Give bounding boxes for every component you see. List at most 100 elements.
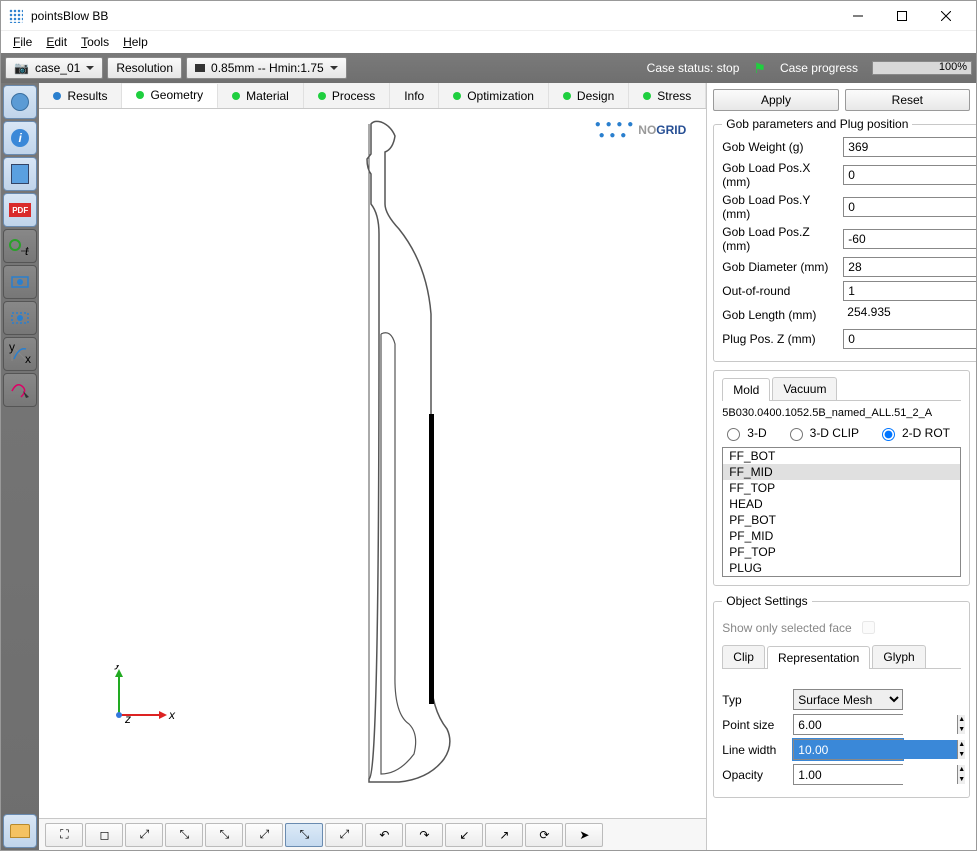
sphere-icon bbox=[11, 93, 29, 111]
sidebar-curve-button[interactable]: yx bbox=[3, 337, 37, 371]
folder-icon bbox=[10, 824, 30, 838]
sidebar-folder-button[interactable] bbox=[3, 814, 37, 848]
list-item[interactable]: PLUG bbox=[723, 560, 960, 576]
apply-button[interactable]: Apply bbox=[713, 89, 838, 111]
tab-material[interactable]: Material bbox=[218, 83, 304, 108]
sidebar-camera-button[interactable] bbox=[3, 265, 37, 299]
view-zoom-box-button[interactable]: ◻ bbox=[85, 823, 123, 847]
toolbar: 📷 case_01 Resolution 0.85mm -- Hmin:1.75… bbox=[1, 53, 976, 83]
gob-diameter-input[interactable] bbox=[843, 257, 976, 277]
tab-geometry[interactable]: Geometry bbox=[122, 84, 218, 109]
tab-vacuum[interactable]: Vacuum bbox=[772, 377, 837, 400]
view-axis-neg-y-button[interactable]: ⤡ bbox=[285, 823, 323, 847]
status-dot-icon bbox=[136, 91, 144, 99]
resolution-selector[interactable]: 0.85mm -- Hmin:1.75 bbox=[186, 57, 347, 79]
properties-panel: Apply Reset Gob parameters and Plug posi… bbox=[706, 83, 976, 850]
tab-stress[interactable]: Stress bbox=[629, 83, 706, 108]
point-size-spinner[interactable]: ▲▼ bbox=[793, 714, 903, 735]
maximize-button[interactable] bbox=[880, 1, 924, 31]
list-item[interactable]: HEAD bbox=[723, 496, 960, 512]
view-axis-neg-z-button[interactable]: ⤢ bbox=[325, 823, 363, 847]
tab-design[interactable]: Design bbox=[549, 83, 629, 108]
line-width-spinner[interactable]: ▲▼ bbox=[793, 739, 903, 760]
plug-pos-input[interactable] bbox=[843, 329, 976, 349]
view-tilt-left-button[interactable]: ↙ bbox=[445, 823, 483, 847]
gob-outofround-input[interactable] bbox=[843, 281, 976, 301]
list-item[interactable]: FF_MID bbox=[723, 464, 960, 480]
svg-text:x: x bbox=[168, 708, 176, 722]
minimize-button[interactable] bbox=[836, 1, 880, 31]
sidebar-camera-anim-button[interactable] bbox=[3, 301, 37, 335]
view-axis-y-button[interactable]: ⤡ bbox=[165, 823, 203, 847]
sidebar-plot-time-button[interactable]: t bbox=[3, 229, 37, 263]
gob-posz-input[interactable] bbox=[843, 229, 976, 249]
sidebar-pdf-button[interactable]: PDF bbox=[3, 193, 37, 227]
tab-clip[interactable]: Clip bbox=[722, 645, 765, 668]
viewport-3d[interactable]: ● ● ● ● ● ● ● NOGRID x y z bbox=[39, 109, 706, 818]
svg-text:y: y bbox=[114, 665, 122, 670]
menu-tools[interactable]: Tools bbox=[75, 33, 115, 51]
tab-optimization[interactable]: Optimization bbox=[439, 83, 549, 108]
menu-file[interactable]: File bbox=[7, 33, 38, 51]
typ-select[interactable]: Surface Mesh bbox=[793, 689, 903, 710]
sidebar-notes-button[interactable] bbox=[3, 157, 37, 191]
gob-posy-input[interactable] bbox=[843, 197, 976, 217]
app-icon bbox=[9, 9, 23, 23]
view-spin-button[interactable]: ⟳ bbox=[525, 823, 563, 847]
spin-down-icon[interactable]: ▼ bbox=[958, 775, 965, 785]
view-axis-z-button[interactable]: ⤡ bbox=[205, 823, 243, 847]
tab-process[interactable]: Process bbox=[304, 83, 390, 108]
menu-edit[interactable]: Edit bbox=[40, 33, 73, 51]
geometry-shape bbox=[299, 114, 499, 814]
flag-icon: ⚑ bbox=[749, 60, 770, 77]
radio-3d[interactable]: 3-D bbox=[722, 425, 766, 441]
view-axis-neg-x-button[interactable]: ⤢ bbox=[245, 823, 283, 847]
logo-dots-icon: ● ● ● ● ● ● ● bbox=[595, 119, 635, 141]
spin-up-icon[interactable]: ▲ bbox=[958, 715, 965, 725]
radio-2d-rot[interactable]: 2-D ROT bbox=[877, 425, 950, 441]
tab-results[interactable]: Results bbox=[39, 83, 122, 108]
tab-mold[interactable]: Mold bbox=[722, 378, 770, 401]
list-item[interactable]: FF_TOP bbox=[723, 480, 960, 496]
status-dot-icon bbox=[453, 92, 461, 100]
view-toolbar: ⛶ ◻ ⤢ ⤡ ⤡ ⤢ ⤡ ⤢ ↶ ↷ ↙ ↗ ⟳ ➤ bbox=[39, 818, 706, 850]
resolution-button[interactable]: Resolution bbox=[107, 57, 182, 79]
close-button[interactable] bbox=[924, 1, 968, 31]
gob-posx-input[interactable] bbox=[843, 165, 976, 185]
menu-help[interactable]: Help bbox=[117, 33, 154, 51]
status-dot-icon bbox=[53, 92, 61, 100]
spin-up-icon[interactable]: ▲ bbox=[958, 765, 965, 775]
chevron-down-icon bbox=[86, 66, 94, 70]
sidebar-pointer-button[interactable] bbox=[3, 373, 37, 407]
status-dot-icon bbox=[318, 92, 326, 100]
tab-glyph[interactable]: Glyph bbox=[872, 645, 925, 668]
mold-parts-list[interactable]: FF_BOTFF_MIDFF_TOPHEADPF_BOTPF_MIDPF_TOP… bbox=[722, 447, 961, 577]
gob-length-value: 254.935 bbox=[843, 305, 976, 325]
opacity-spinner[interactable]: ▲▼ bbox=[793, 764, 903, 785]
tab-info[interactable]: Info bbox=[390, 83, 439, 108]
list-item[interactable]: PF_BOT bbox=[723, 512, 960, 528]
view-tilt-right-button[interactable]: ↗ bbox=[485, 823, 523, 847]
gob-weight-input[interactable] bbox=[843, 137, 976, 157]
sidebar-info-button[interactable]: i bbox=[3, 121, 37, 155]
list-item[interactable]: FF_BOT bbox=[723, 448, 960, 464]
spin-down-icon[interactable]: ▼ bbox=[958, 750, 965, 760]
spin-down-icon[interactable]: ▼ bbox=[958, 725, 965, 735]
reset-button[interactable]: Reset bbox=[845, 89, 970, 111]
view-rotate-left-button[interactable]: ↶ bbox=[365, 823, 403, 847]
list-item[interactable]: PF_MID bbox=[723, 528, 960, 544]
sidebar-view-button[interactable] bbox=[3, 85, 37, 119]
svg-text:y: y bbox=[9, 343, 15, 354]
view-axis-x-button[interactable]: ⤢ bbox=[125, 823, 163, 847]
tab-representation[interactable]: Representation bbox=[767, 646, 870, 669]
chevron-down-icon bbox=[330, 66, 338, 70]
mold-filename: 5B030.0400.1052.5B_named_ALL.51_2_A bbox=[722, 407, 961, 419]
view-fit-button[interactable]: ⛶ bbox=[45, 823, 83, 847]
spin-up-icon[interactable]: ▲ bbox=[958, 740, 965, 750]
radio-3d-clip[interactable]: 3-D CLIP bbox=[785, 425, 859, 441]
view-cursor-button[interactable]: ➤ bbox=[565, 823, 603, 847]
view-rotate-right-button[interactable]: ↷ bbox=[405, 823, 443, 847]
object-settings-legend: Object Settings bbox=[722, 594, 811, 608]
list-item[interactable]: PF_TOP bbox=[723, 544, 960, 560]
case-selector[interactable]: 📷 case_01 bbox=[5, 57, 103, 79]
